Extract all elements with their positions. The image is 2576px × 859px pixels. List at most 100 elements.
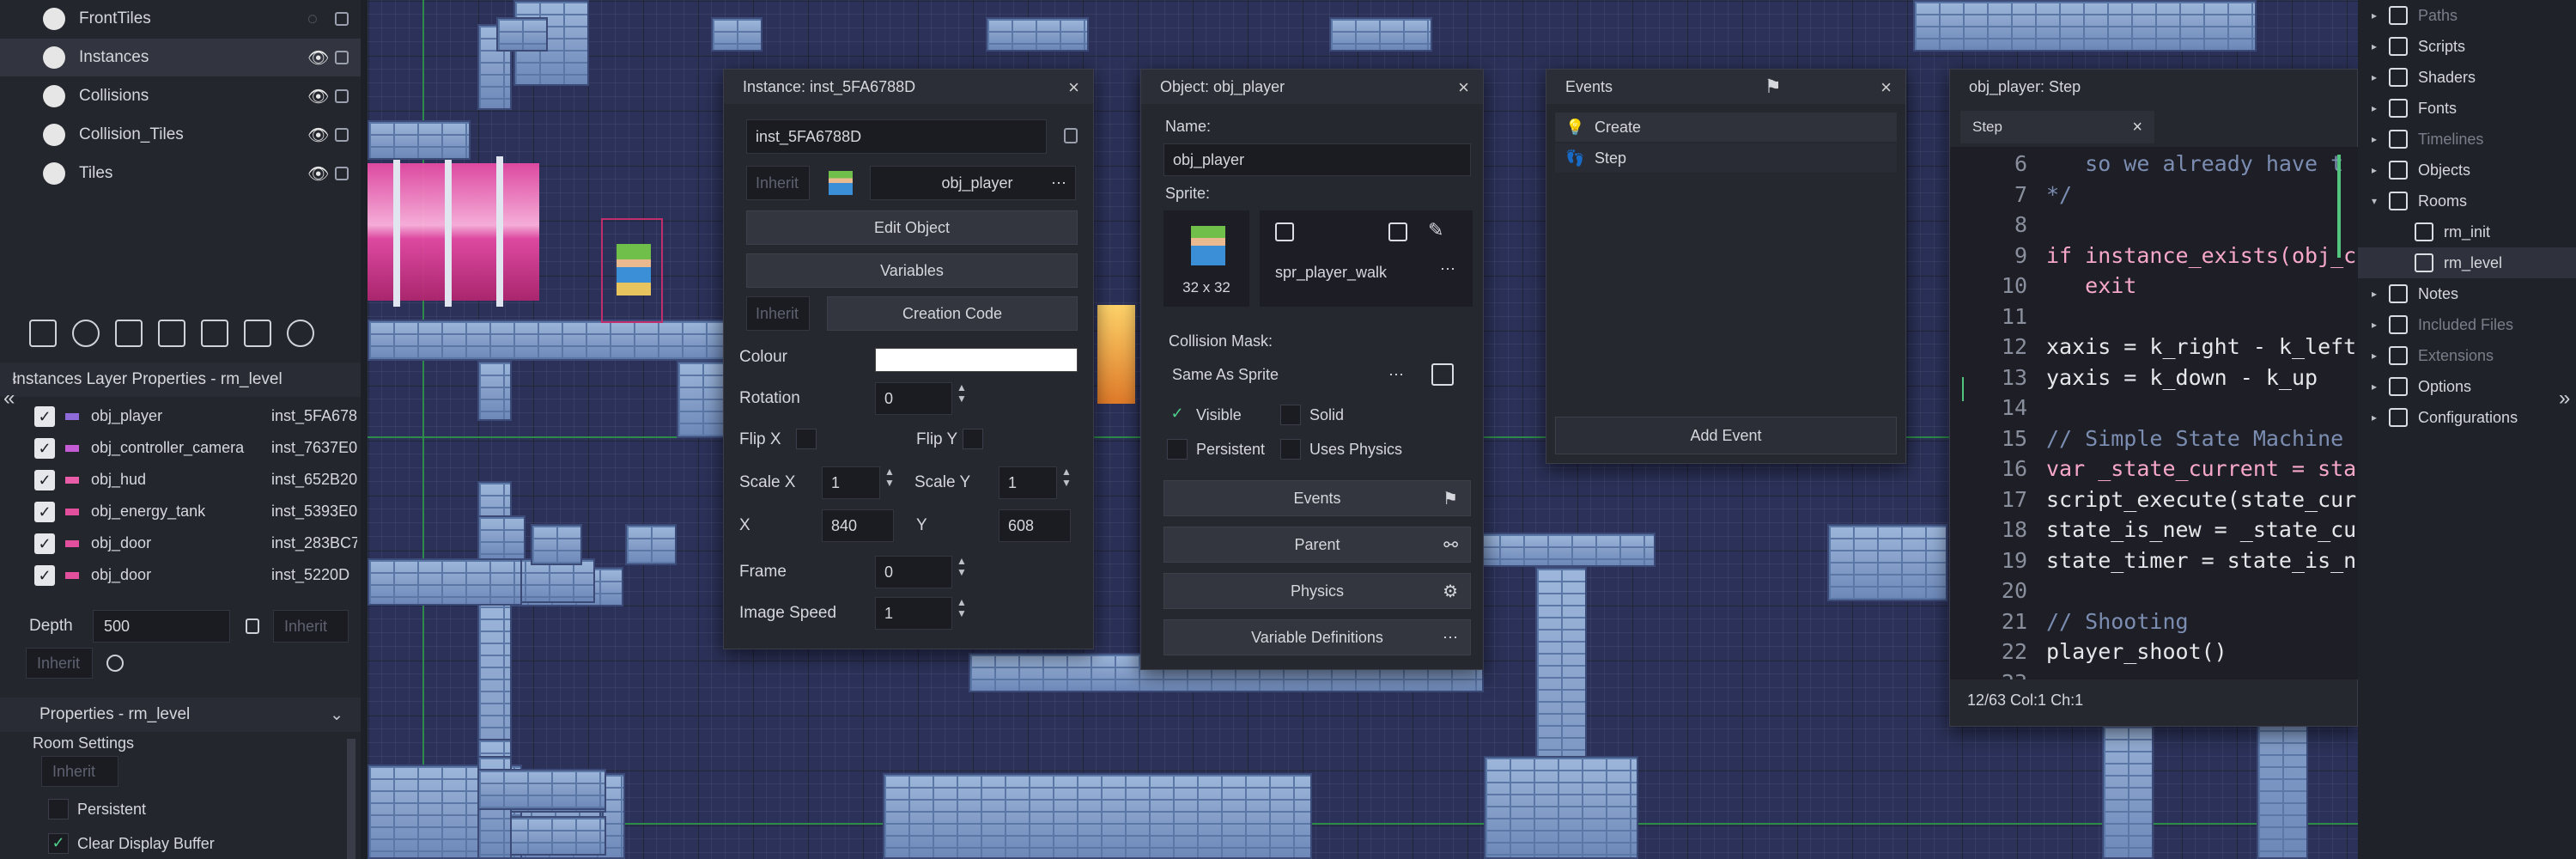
resource-item[interactable]: rm_level xyxy=(2358,247,2576,278)
events-button[interactable]: Events ⚑ xyxy=(1163,480,1471,516)
object-name-field[interactable]: obj_player xyxy=(1163,143,1471,176)
lock-icon[interactable] xyxy=(246,618,259,634)
resource-item[interactable]: ▸ Scripts xyxy=(2358,31,2576,62)
instance-checkbox[interactable]: ✓ xyxy=(34,469,55,490)
close-tab-icon[interactable]: × xyxy=(2132,118,2142,137)
chevron-right-icon[interactable]: ▸ xyxy=(2372,133,2377,145)
parent-button[interactable]: Parent ⚯ xyxy=(1163,527,1471,563)
instance-row[interactable]: ✓ obj_energy_tank inst_5393E0 xyxy=(26,496,361,527)
add-instance-layer-icon[interactable] xyxy=(72,320,100,347)
lock-icon[interactable] xyxy=(335,128,349,142)
resource-item[interactable]: ▸ Extensions xyxy=(2358,340,2576,371)
room-settings-label[interactable]: Room Settings xyxy=(33,734,134,752)
resource-item[interactable]: rm_init xyxy=(2358,216,2576,247)
event-item[interactable]: 👣 Step xyxy=(1555,143,1897,173)
chevron-right-icon[interactable]: ▸ xyxy=(2372,102,2377,114)
close-icon[interactable]: × xyxy=(1458,76,1469,99)
image-speed-field[interactable]: 1 xyxy=(875,597,952,630)
layer-row[interactable]: Collision_Tiles 👁 xyxy=(0,116,361,154)
resource-item[interactable]: ▸ Paths xyxy=(2358,0,2576,31)
more-icon[interactable]: ⋯ xyxy=(1440,260,1455,278)
uses-physics-checkbox[interactable] xyxy=(1280,439,1301,460)
instance-row[interactable]: ✓ obj_hud inst_652B20 xyxy=(26,464,361,496)
eye-icon[interactable]: 👁 xyxy=(307,163,329,185)
variables-button[interactable]: Variables xyxy=(746,253,1078,288)
resource-item[interactable]: ▸ Included Files xyxy=(2358,309,2576,340)
add-tile-layer-icon[interactable] xyxy=(115,320,143,347)
object-field[interactable]: obj_player ⋯ xyxy=(870,166,1076,200)
chevron-right-icon[interactable]: ▸ xyxy=(2372,40,2377,52)
rotation-field[interactable]: 0 xyxy=(875,382,952,415)
resource-item[interactable]: ▸ Notes xyxy=(2358,278,2576,309)
resource-item[interactable]: ▸ Fonts xyxy=(2358,93,2576,124)
chevron-right-icon[interactable]: ▸ xyxy=(2372,350,2377,362)
layer-row[interactable]: Instances 👁 xyxy=(0,39,361,76)
chevron-right-icon[interactable]: ▸ xyxy=(2372,164,2377,176)
lock-icon[interactable] xyxy=(335,51,349,64)
resource-item[interactable]: ▸ Options xyxy=(2358,371,2576,402)
add-background-layer-icon[interactable] xyxy=(29,320,57,347)
y-field[interactable]: 608 xyxy=(999,509,1071,542)
scale-y-stepper-icon[interactable]: ▲ ▼ xyxy=(1059,466,1074,489)
instance-row[interactable]: ✓ obj_controller_camera inst_7637E0 xyxy=(26,432,361,464)
properties-scrollbar[interactable] xyxy=(347,739,355,859)
instance-checkbox[interactable]: ✓ xyxy=(34,501,55,522)
layer-row[interactable]: Collisions 👁 xyxy=(0,77,361,115)
frame-stepper-icon[interactable]: ▲ ▼ xyxy=(954,556,969,578)
tab-step[interactable]: Step × xyxy=(1960,111,2154,143)
collapse-panel-icon[interactable]: » xyxy=(2559,387,2570,411)
chevron-right-icon[interactable]: ▸ xyxy=(2372,381,2377,393)
clear-icon[interactable] xyxy=(106,655,124,672)
code-area[interactable]: 6 so we already have t 7 */8 9 if instance_e… xyxy=(1950,147,2359,679)
image-speed-stepper-icon[interactable]: ▲ ▼ xyxy=(954,597,969,619)
instance-checkbox[interactable]: ✓ xyxy=(34,564,55,586)
eye-icon[interactable]: 👁 xyxy=(307,125,329,146)
edit-sprite-icon[interactable] xyxy=(1388,222,1407,241)
scale-y-field[interactable]: 1 xyxy=(999,466,1057,499)
more-icon[interactable]: ⋯ xyxy=(1051,174,1066,192)
layer-inherit-button[interactable]: Inherit xyxy=(26,648,93,679)
eye-off-icon[interactable]: ◌ xyxy=(307,9,318,29)
layer-row[interactable]: FrontTiles ◌ xyxy=(0,0,361,38)
resource-item[interactable]: ▸ Objects xyxy=(2358,155,2576,186)
depth-inherit-button[interactable]: Inherit xyxy=(273,610,349,643)
add-folder-icon[interactable] xyxy=(244,320,271,347)
expand-panel-icon[interactable]: « xyxy=(3,387,15,411)
solid-checkbox[interactable] xyxy=(1280,405,1301,425)
chevron-right-icon[interactable]: ▸ xyxy=(2372,9,2377,21)
chevron-down-icon[interactable]: ▾ xyxy=(2372,195,2377,207)
instance-checkbox[interactable]: ✓ xyxy=(34,437,55,459)
room-inherit-button[interactable]: Inherit xyxy=(41,756,118,787)
add-asset-layer-icon[interactable] xyxy=(201,320,228,347)
lock-icon[interactable] xyxy=(335,12,349,26)
creation-code-button[interactable]: Creation Code xyxy=(827,296,1078,331)
close-icon[interactable]: × xyxy=(1880,76,1892,99)
flip-y-checkbox[interactable] xyxy=(963,429,983,449)
physics-button[interactable]: Physics ⚙ xyxy=(1163,573,1471,609)
flip-x-checkbox[interactable] xyxy=(796,429,817,449)
player-sprite[interactable] xyxy=(617,244,651,295)
scale-x-stepper-icon[interactable]: ▲ ▼ xyxy=(882,466,897,489)
sprite-preview[interactable]: 32 x 32 xyxy=(1163,210,1249,307)
instance-checkbox[interactable]: ✓ xyxy=(34,405,55,427)
brush-icon[interactable]: ✎ xyxy=(1428,219,1443,241)
scale-x-field[interactable]: 1 xyxy=(822,466,880,499)
colour-swatch[interactable] xyxy=(875,348,1078,372)
eye-icon[interactable]: 👁 xyxy=(307,47,329,69)
delete-layer-icon[interactable] xyxy=(287,320,314,347)
object-inherit-button[interactable]: Inherit xyxy=(746,166,810,200)
event-item[interactable]: 💡 Create xyxy=(1555,113,1897,142)
instances-layer-header[interactable]: Instances Layer Properties - rm_level ‹ xyxy=(0,362,361,397)
clear-display-buffer-checkbox[interactable]: ✓ xyxy=(48,833,69,854)
resource-item[interactable]: ▸ Timelines xyxy=(2358,124,2576,155)
x-field[interactable]: 840 xyxy=(822,509,894,542)
edit-object-button[interactable]: Edit Object xyxy=(746,210,1078,245)
lock-icon[interactable] xyxy=(335,167,349,180)
persistent-checkbox[interactable] xyxy=(48,799,69,819)
depth-field[interactable]: 500 xyxy=(93,610,230,643)
add-event-button[interactable]: Add Event xyxy=(1555,417,1897,454)
resource-item[interactable]: ▸ Shaders xyxy=(2358,62,2576,93)
frame-field[interactable]: 0 xyxy=(875,556,952,588)
visible-checkbox[interactable]: ✓ xyxy=(1167,405,1188,425)
resource-item[interactable]: ▸ Configurations xyxy=(2358,402,2576,433)
